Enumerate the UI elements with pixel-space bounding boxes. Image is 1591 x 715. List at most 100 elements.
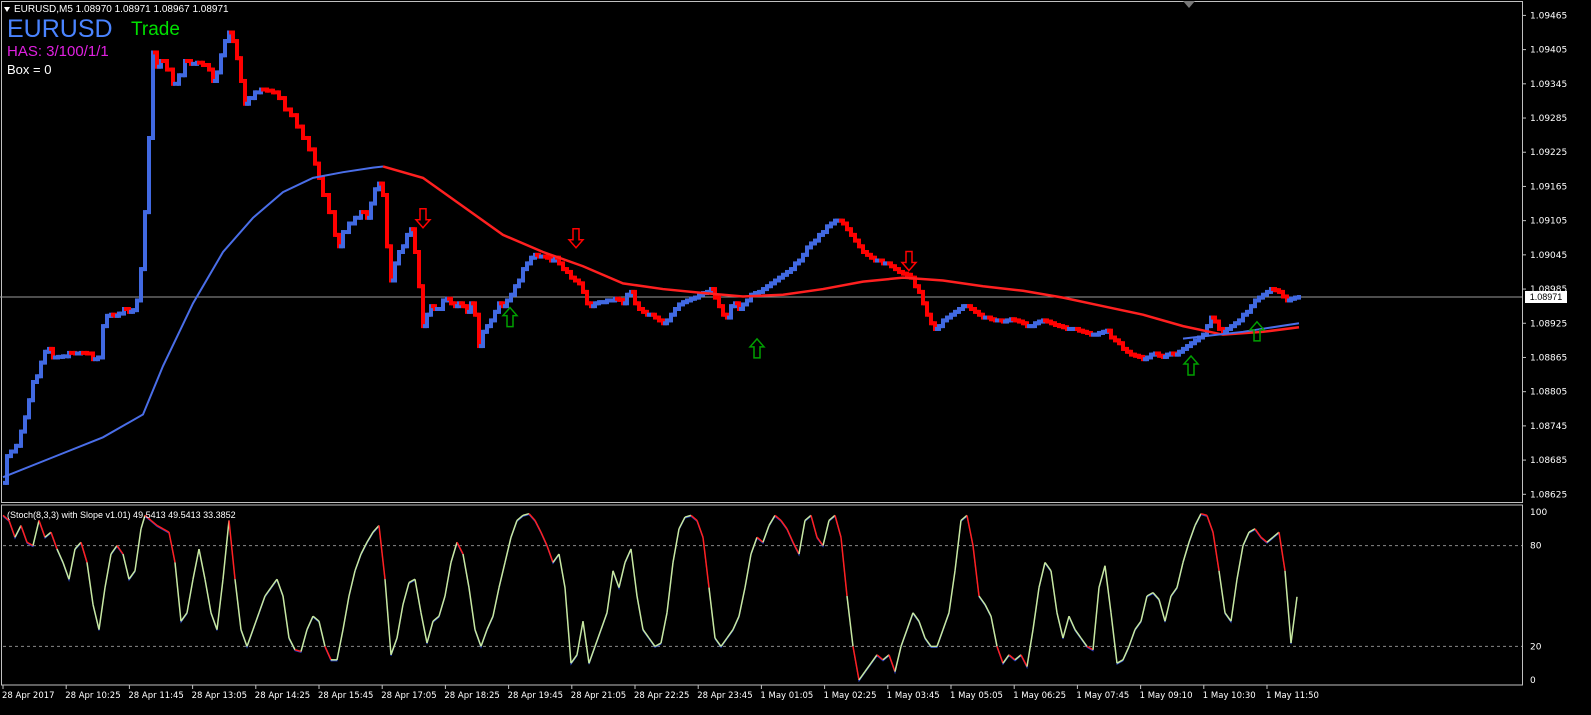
stochastic-main-line bbox=[594, 629, 602, 647]
stochastic-main-line bbox=[720, 637, 728, 647]
stochastic-main-line bbox=[672, 528, 680, 563]
stochastic-main-line bbox=[1074, 629, 1082, 639]
stochastic-main-line bbox=[1170, 587, 1178, 597]
stochastic-main-line bbox=[180, 612, 188, 622]
symbol-info: EURUSD,M5 1.08970 1.08971 1.08967 1.0897… bbox=[14, 4, 229, 15]
stochastic-main-line bbox=[828, 514, 836, 521]
stochastic-main-line bbox=[270, 578, 278, 589]
stochastic-main-line bbox=[68, 548, 76, 580]
stochastic-main-line bbox=[510, 520, 518, 538]
stochastic-level-label: 20 bbox=[1530, 642, 1542, 652]
stochastic-main-line bbox=[1062, 615, 1070, 639]
stochastic-main-line bbox=[948, 570, 956, 613]
stochastic-main-line bbox=[348, 570, 356, 597]
stochastic-main-line bbox=[1032, 587, 1040, 630]
stochastic-main-line bbox=[528, 513, 536, 521]
stochastic-main-line bbox=[384, 579, 392, 655]
buy-arrow-icon bbox=[748, 337, 766, 359]
stochastic-main-line bbox=[8, 520, 16, 538]
stochastic-main-line bbox=[804, 514, 812, 521]
stochastic-main-line bbox=[44, 531, 52, 538]
sell-arrow-icon bbox=[900, 250, 918, 272]
price-axis-label: 1.08925 bbox=[1530, 319, 1567, 329]
stochastic-main-line bbox=[924, 637, 932, 647]
price-axis-label: 1.09105 bbox=[1530, 217, 1567, 227]
stochastic-main-line bbox=[1290, 596, 1298, 644]
stochastic-main-line bbox=[1158, 599, 1166, 622]
symbol-menu-icon[interactable] bbox=[4, 7, 10, 12]
stochastic-main-line bbox=[864, 662, 872, 673]
time-axis-label: 1 May 10:30 bbox=[1203, 691, 1256, 701]
slow-moving-average-line bbox=[382, 165, 1300, 336]
stochastic-main-line bbox=[1104, 565, 1112, 613]
stochastic-main-line bbox=[480, 629, 488, 647]
trade-label: Trade bbox=[131, 19, 180, 40]
has-settings-label: HAS: 3/100/1/1 bbox=[7, 43, 109, 60]
symbol-title: EURUSD bbox=[7, 15, 113, 43]
stochastic-main-line bbox=[168, 532, 176, 563]
stochastic-main-line bbox=[258, 595, 266, 614]
stochastic-main-line bbox=[1236, 545, 1244, 580]
stochastic-main-line bbox=[1110, 612, 1118, 664]
stochastic-main-line bbox=[1014, 654, 1022, 661]
chart-window[interactable]: 1.09465 1.09405 1.09345 1.09285 1.09225 1.091… bbox=[0, 0, 1591, 715]
time-axis-label: 1 May 07:45 bbox=[1076, 691, 1129, 701]
stochastic-main-line bbox=[714, 637, 722, 647]
stochastic-main-line bbox=[1134, 620, 1142, 631]
stochastic-main-line bbox=[894, 646, 902, 672]
stochastic-main-line bbox=[150, 519, 158, 527]
stochastic-main-line bbox=[1038, 562, 1046, 588]
time-axis-label: 28 Apr 15:45 bbox=[318, 691, 373, 701]
stochastic-main-line bbox=[984, 604, 992, 617]
stochastic-main-line bbox=[1266, 536, 1274, 543]
time-axis-label: 1 May 11:50 bbox=[1266, 691, 1319, 701]
stochastic-main-line bbox=[432, 615, 440, 622]
stochastic-main-line bbox=[98, 587, 106, 630]
main-panel-frame bbox=[1, 1, 1523, 503]
time-axis-label: 28 Apr 2017 bbox=[2, 691, 55, 701]
stochastic-main-line bbox=[1254, 528, 1262, 538]
stochastic-main-line bbox=[32, 520, 40, 546]
stochastic-main-line bbox=[1080, 637, 1088, 647]
stochastic-main-line bbox=[966, 515, 974, 546]
stochastic-main-line bbox=[726, 629, 734, 639]
stochastic-main-line bbox=[50, 531, 58, 550]
stochastic-main-line bbox=[1002, 654, 1010, 664]
stochastic-main-line bbox=[816, 536, 824, 547]
stochastic-main-line bbox=[798, 520, 806, 555]
fast-moving-average-line bbox=[2, 165, 384, 479]
stochastic-main-line bbox=[642, 629, 650, 639]
stochastic-main-line bbox=[564, 587, 572, 664]
stochastic-main-line bbox=[606, 570, 614, 613]
stochastic-main-line bbox=[630, 548, 638, 597]
stochastic-main-line bbox=[768, 514, 776, 526]
price-axis-label: 1.08865 bbox=[1530, 353, 1567, 363]
time-axis-label: 28 Apr 22:25 bbox=[634, 691, 689, 701]
price-axis-label: 1.09345 bbox=[1530, 80, 1567, 90]
stochastic-main-line bbox=[1098, 565, 1106, 588]
price-chart[interactable]: 1.09465 1.09405 1.09345 1.09285 1.09225 1.091… bbox=[0, 0, 1591, 715]
stochastic-main-line bbox=[582, 621, 590, 664]
stochastic-main-line bbox=[636, 595, 644, 630]
stochastic-main-line bbox=[1056, 612, 1064, 639]
stochastic-main-line bbox=[846, 595, 854, 647]
box-label: Box = 0 bbox=[7, 62, 52, 77]
stochastic-main-line bbox=[342, 595, 350, 630]
stochastic-main-line bbox=[20, 525, 28, 543]
stochastic-main-line bbox=[696, 520, 704, 538]
chart-shift-marker-icon[interactable] bbox=[1183, 1, 1195, 8]
stochastic-main-line bbox=[498, 562, 506, 588]
time-axis-label: 1 May 09:10 bbox=[1140, 691, 1193, 701]
stochastic-main-line bbox=[954, 520, 962, 571]
time-axis-label: 28 Apr 17:05 bbox=[381, 691, 436, 701]
stochastic-main-line bbox=[318, 621, 326, 647]
stochastic-main-line bbox=[306, 615, 314, 630]
stochastic-main-line bbox=[504, 537, 512, 563]
buy-arrow-icon bbox=[501, 306, 519, 328]
price-axis-label: 1.09465 bbox=[1530, 11, 1567, 21]
price-axis-label: 1.09165 bbox=[1530, 182, 1567, 192]
stochastic-main-line bbox=[570, 654, 578, 664]
stochastic-main-line bbox=[1128, 629, 1136, 647]
sell-arrow-icon bbox=[567, 227, 585, 249]
stochastic-main-line bbox=[1188, 525, 1196, 543]
